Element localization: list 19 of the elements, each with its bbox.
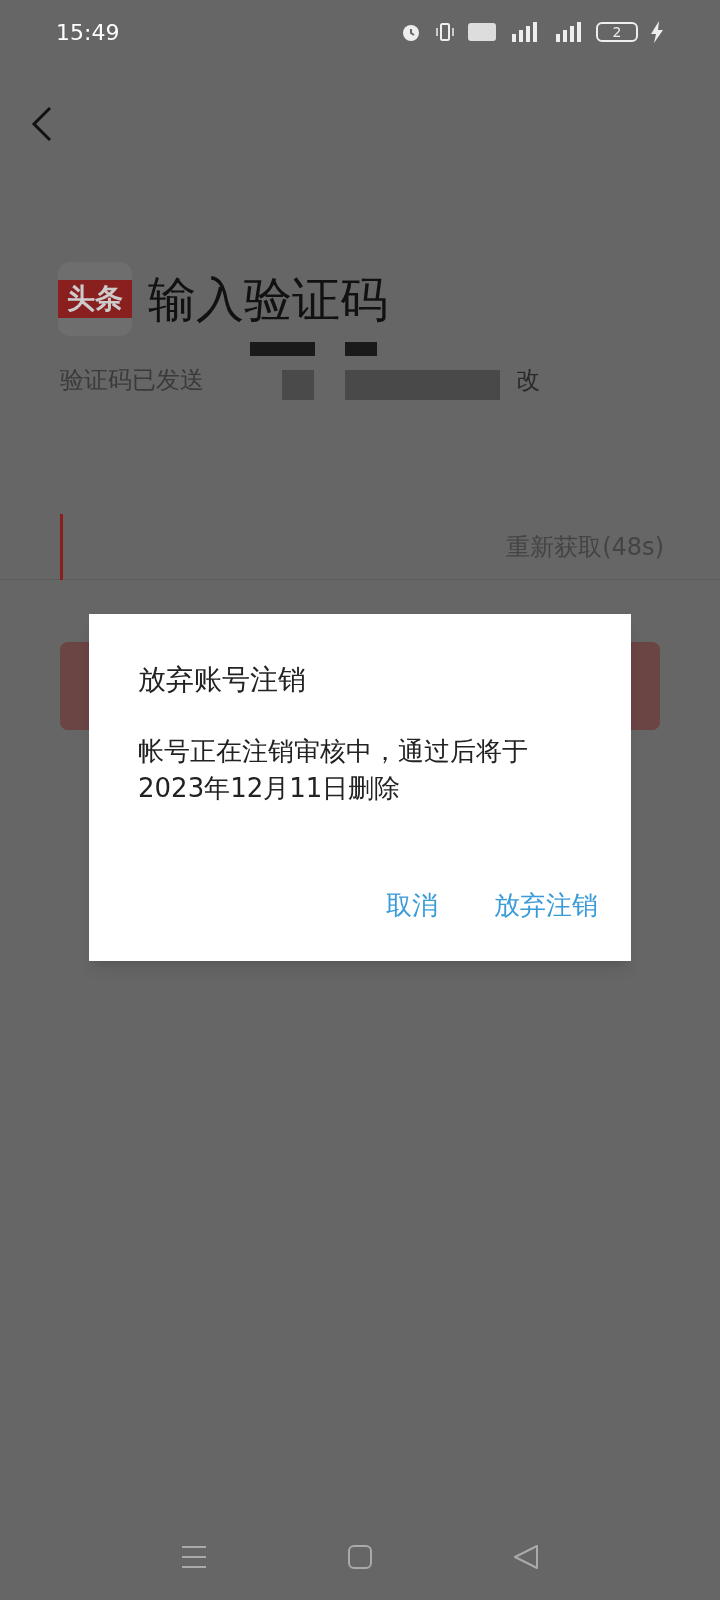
redaction-block (250, 342, 315, 356)
vibrate-icon (434, 21, 456, 43)
dialog-button[interactable]: 放弃注销 (486, 878, 606, 933)
menu-icon[interactable] (181, 1544, 207, 1570)
back-icon[interactable] (30, 106, 54, 142)
redaction-block (282, 370, 314, 400)
battery-indicator: 2 (596, 22, 638, 42)
charging-icon (650, 21, 664, 43)
status-time: 15:49 (56, 18, 120, 47)
back-nav-icon[interactable] (513, 1544, 539, 1570)
page-title: 输入验证码 (148, 270, 388, 329)
logo-text: 头条 (58, 280, 132, 318)
dialog-title: 放弃账号注销 (138, 662, 307, 698)
change-link[interactable]: 改 (516, 362, 540, 398)
dialog-button[interactable]: 取消 (378, 878, 446, 933)
redaction-block (345, 342, 377, 356)
dialog-message: 帐号正在注销审核中，通过后将于2023年12月11日删除 (138, 735, 528, 805)
home-icon[interactable] (347, 1544, 373, 1570)
text-cursor (60, 513, 63, 580)
